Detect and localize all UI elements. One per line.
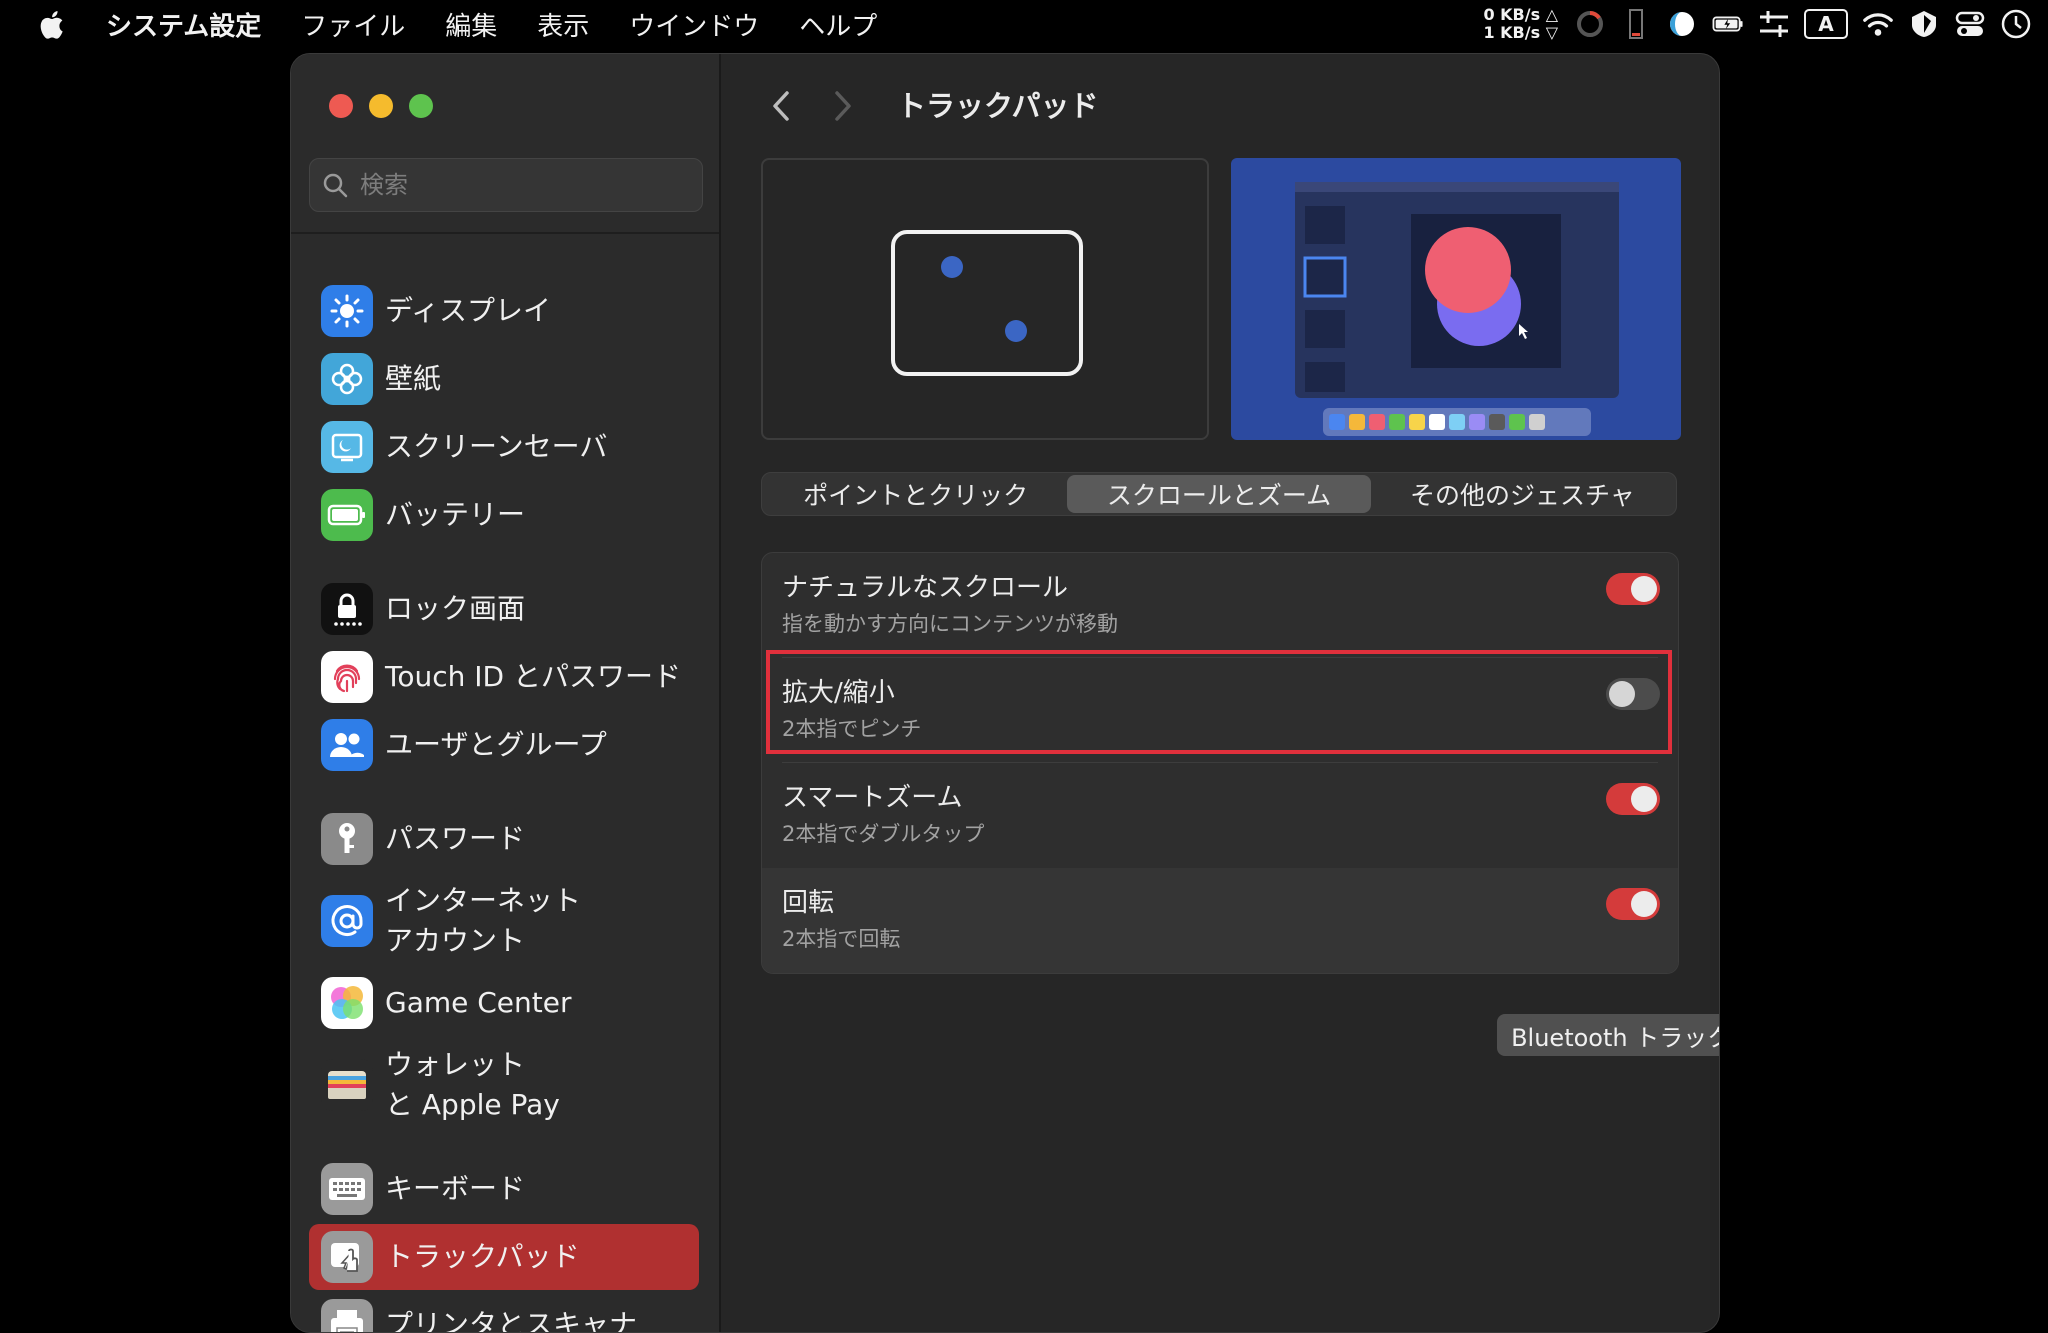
sidebar-item-touch-id[interactable]: Touch ID とパスワード — [309, 644, 699, 710]
control-center-icon[interactable] — [1954, 8, 1986, 40]
clock-icon[interactable] — [2000, 8, 2032, 40]
tab-bar: ポイントとクリック スクロールとズーム その他のジェスチャ — [761, 472, 1677, 516]
toggle-knob — [1631, 786, 1657, 812]
back-button[interactable] — [761, 84, 801, 128]
setting-zoom-in-out: 拡大/縮小 2本指でピンチ — [762, 658, 1678, 763]
sidebar-item-display[interactable]: ディスプレイ — [309, 278, 699, 344]
toggle-knob — [1609, 681, 1635, 707]
lock-icon — [321, 583, 373, 635]
sidebar-item-passwords[interactable]: パスワード — [309, 806, 699, 872]
chevron-right-icon — [835, 91, 851, 121]
sidebar-item-printers[interactable]: プリンタとスキャナ — [309, 1292, 699, 1332]
shield-status-icon[interactable] — [1908, 8, 1940, 40]
printer-icon — [321, 1299, 373, 1332]
preview-illustration — [1295, 182, 1619, 436]
trackpad-icon — [321, 1231, 373, 1283]
bluetooth-setup-button[interactable]: Bluetooth トラックパッドを設定... — [1497, 1014, 1719, 1056]
sidebar-item-battery[interactable]: バッテリー — [309, 482, 699, 548]
menu-view[interactable]: 表示 — [537, 6, 589, 43]
at-icon — [321, 895, 373, 947]
sidebar-item-wallpaper[interactable]: 壁紙 — [309, 346, 699, 412]
page-title: トラックパッド — [897, 89, 1099, 123]
menu-bar: システム設定 ファイル 編集 表示 ウインドウ ヘルプ 0 KB/s △ 1 K… — [0, 0, 2048, 48]
chevron-left-icon — [773, 91, 789, 121]
finger-dot — [1005, 320, 1027, 342]
sidebar-item-wallet[interactable]: ウォレット と Apple Pay — [309, 1038, 699, 1132]
setting-rotate: 回転 2本指で回転 — [762, 868, 1678, 973]
sidebar-item-keyboard[interactable]: キーボード — [309, 1156, 699, 1222]
fingerprint-icon — [321, 651, 373, 703]
tab-scroll-and-zoom[interactable]: スクロールとズーム — [1067, 475, 1371, 513]
wallpaper-icon — [321, 353, 373, 405]
search-input[interactable] — [360, 171, 680, 199]
input-source-icon[interactable]: A — [1804, 9, 1848, 39]
menu-edit[interactable]: 編集 — [445, 6, 497, 43]
sidebar-item-users[interactable]: ユーザとグループ — [309, 712, 699, 778]
apple-icon[interactable] — [36, 8, 70, 42]
screensaver-icon — [321, 421, 373, 473]
battery-icon — [321, 489, 373, 541]
users-icon — [321, 719, 373, 771]
forward-button[interactable] — [823, 84, 863, 128]
moon-phase-icon[interactable] — [1666, 8, 1698, 40]
key-icon — [321, 813, 373, 865]
menu-help[interactable]: ヘルプ — [799, 6, 877, 43]
window-controls — [329, 94, 433, 118]
sidebar-item-game-center[interactable]: Game Center — [309, 970, 699, 1036]
sidebar-item-screensaver[interactable]: スクリーンセーバ — [309, 414, 699, 480]
tab-more-gestures[interactable]: その他のジェスチャ — [1371, 475, 1674, 513]
cpu-ring-icon[interactable] — [1574, 8, 1606, 40]
screen-preview — [1231, 158, 1681, 440]
finger-dot — [941, 256, 963, 278]
search-field[interactable] — [309, 158, 703, 212]
close-button[interactable] — [329, 94, 353, 118]
minimize-button[interactable] — [369, 94, 393, 118]
status-area: 0 KB/s △ 1 KB/s ▽ A — [1483, 0, 2032, 48]
zoom-button[interactable] — [409, 94, 433, 118]
trackpad-illustration — [891, 230, 1083, 376]
sidebar-item-trackpad[interactable]: トラックパッド — [309, 1224, 699, 1290]
zoom-in-out-toggle[interactable] — [1606, 678, 1660, 710]
game-center-icon — [321, 977, 373, 1029]
battery-status-icon[interactable] — [1712, 8, 1744, 40]
rotate-toggle[interactable] — [1606, 888, 1660, 920]
wallet-icon — [321, 1059, 373, 1111]
sidebar-item-internet-accounts[interactable]: インターネット アカウント — [309, 874, 699, 968]
gesture-preview — [761, 158, 1209, 440]
menu-app-name[interactable]: システム設定 — [106, 6, 261, 43]
menu-window[interactable]: ウインドウ — [629, 6, 759, 43]
natural-scroll-toggle[interactable] — [1606, 573, 1660, 605]
sidebar: ディスプレイ 壁紙 スクリーンセーバ バッテリー — [291, 54, 721, 1332]
tab-point-and-click[interactable]: ポイントとクリック — [764, 475, 1067, 513]
settings-window: ディスプレイ 壁紙 スクリーンセーバ バッテリー — [290, 53, 1720, 1333]
search-icon — [323, 173, 348, 198]
sidebar-item-lock-screen[interactable]: ロック画面 — [309, 576, 699, 642]
wifi-icon[interactable] — [1862, 8, 1894, 40]
setting-natural-scroll: ナチュラルなスクロール 指を動かす方向にコンテンツが移動 — [762, 553, 1678, 658]
toggle-knob — [1631, 891, 1657, 917]
menu-file[interactable]: ファイル — [301, 6, 405, 43]
memory-bar-icon[interactable] — [1620, 8, 1652, 40]
sliders-icon[interactable] — [1758, 8, 1790, 40]
smart-zoom-toggle[interactable] — [1606, 783, 1660, 815]
content-pane: トラックパッド ポイントとクリック スクロールとズーム その他のジェスチャ ナチ… — [723, 54, 1719, 1332]
keyboard-icon — [321, 1163, 373, 1215]
network-speed: 0 KB/s △ 1 KB/s ▽ — [1483, 5, 1558, 42]
sidebar-divider — [291, 232, 719, 234]
settings-list: ナチュラルなスクロール 指を動かす方向にコンテンツが移動 拡大/縮小 2本指でピ… — [761, 552, 1679, 974]
toggle-knob — [1631, 576, 1657, 602]
setting-smart-zoom: スマートズーム 2本指でダブルタップ — [762, 763, 1678, 868]
display-icon — [321, 285, 373, 337]
